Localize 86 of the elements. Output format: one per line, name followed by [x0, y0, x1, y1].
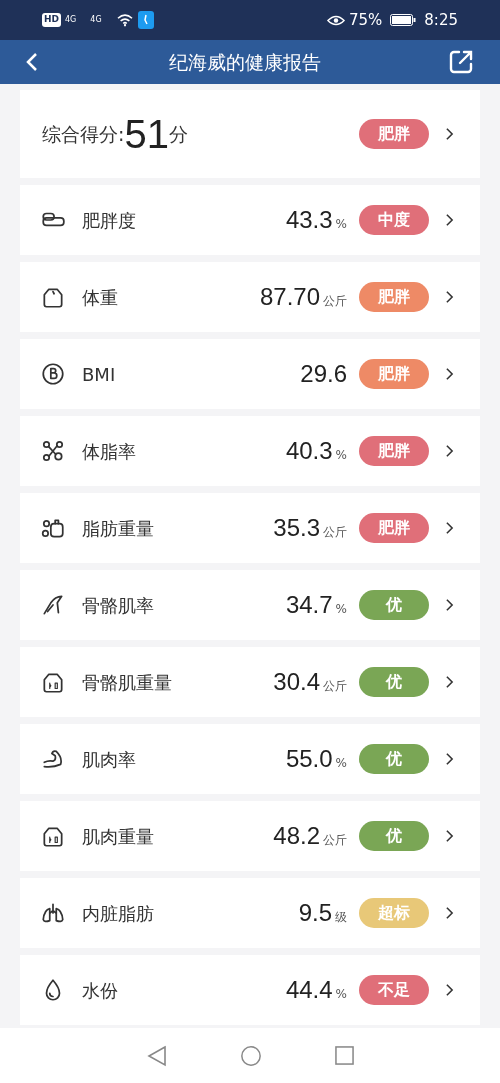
status-badge: 肥胖	[359, 436, 429, 466]
back-nav-icon[interactable]	[146, 1044, 167, 1067]
metric-name: 体脂率	[82, 439, 136, 464]
metric-value: 40.3	[285, 436, 333, 466]
status-badge: 超标	[359, 898, 429, 928]
metric-name: 内脏脂肪	[82, 901, 154, 926]
home-nav-icon[interactable]	[239, 1044, 262, 1067]
chevron-right-icon	[445, 213, 454, 227]
app-icon	[137, 11, 154, 29]
status-badge: 肥胖	[359, 119, 429, 149]
status-badge: 肥胖	[359, 282, 429, 312]
chevron-right-icon	[445, 367, 454, 381]
metric-unit: %	[335, 447, 347, 464]
chevron-right-icon	[445, 752, 454, 766]
metric-unit: 公斤	[323, 293, 347, 310]
page-title: 纪海威的健康报告	[168, 49, 322, 75]
metric-row[interactable]: 骨骼肌率 34.7% 优	[20, 570, 480, 640]
metric-value: 34.7	[285, 590, 333, 620]
status-badge: 优	[359, 590, 429, 620]
score-unit: 分	[168, 122, 188, 145]
metric-value: 35.3	[273, 513, 320, 543]
status-badge: 优	[359, 744, 429, 774]
chevron-right-icon	[445, 521, 454, 535]
metric-unit: 级	[335, 909, 347, 926]
molecule-icon	[40, 438, 66, 464]
status-badge: 不足	[359, 975, 429, 1005]
chevron-right-icon	[445, 444, 454, 458]
metric-row[interactable]: 水份 44.4% 不足	[20, 955, 480, 1025]
metric-value: 43.3	[285, 205, 333, 235]
metric-unit: 公斤	[323, 678, 347, 695]
metric-name: 肌肉率	[82, 747, 136, 772]
metric-row[interactable]: 骨骼肌重量 30.4 公斤 优	[20, 647, 480, 717]
metric-name: BMI	[82, 362, 116, 387]
metric-name: 肌肉重量	[82, 824, 154, 849]
metric-name: 脂肪重量	[82, 516, 154, 541]
chevron-right-icon	[445, 829, 454, 843]
score-label: 综合得分:	[42, 121, 125, 147]
metric-value: 9.5	[298, 898, 332, 928]
chevron-right-icon	[445, 983, 454, 997]
metric-unit: %	[335, 755, 347, 772]
metric-value: 44.4	[285, 975, 333, 1005]
share-button[interactable]	[448, 49, 474, 75]
status-badge: 肥胖	[359, 513, 429, 543]
chevron-right-icon	[445, 675, 454, 689]
metric-value: 48.2	[273, 821, 320, 851]
metric-name: 肥胖度	[82, 208, 136, 233]
status-label: 4G	[65, 14, 77, 26]
status-label: HD	[42, 13, 61, 27]
chevron-right-icon	[445, 127, 454, 141]
metric-name: 骨骼肌率	[82, 593, 154, 618]
metric-unit: %	[335, 216, 347, 233]
metric-row[interactable]: 肌肉率 55.0% 优	[20, 724, 480, 794]
eye-icon	[326, 13, 345, 27]
metric-name: 骨骼肌重量	[82, 670, 172, 695]
metric-row[interactable]: BMI 29.6 肥胖	[20, 339, 480, 409]
metric-value: 55.0	[285, 744, 333, 774]
status-label: 4G	[90, 14, 102, 26]
chevron-right-icon	[445, 906, 454, 920]
metric-unit: 公斤	[323, 832, 347, 849]
metric-row[interactable]: 内脏脂肪 9.5 级 超标	[20, 878, 480, 948]
status-badge: 优	[359, 667, 429, 697]
battery-percent: 75%	[348, 9, 383, 31]
wifi-icon	[115, 13, 134, 27]
chevron-right-icon	[445, 598, 454, 612]
metric-name: 水份	[82, 978, 118, 1003]
status-badge: 肥胖	[359, 359, 429, 389]
score-value: 51	[124, 114, 169, 154]
clock: 8:25	[424, 9, 458, 31]
metric-value: 30.4	[273, 667, 320, 697]
metric-row[interactable]: 体脂率 40.3% 肥胖	[20, 416, 480, 486]
metric-name: 体重	[82, 285, 118, 310]
metric-value: 87.70	[259, 282, 320, 312]
circle-b-icon	[40, 361, 66, 387]
metric-row[interactable]: 脂肪重量 35.3 公斤 肥胖	[20, 493, 480, 563]
metric-row[interactable]: 肌肉重量 48.2 公斤 优	[20, 801, 480, 871]
metric-row[interactable]: 肥胖度 43.3% 中度	[20, 185, 480, 255]
metric-unit: %	[335, 601, 347, 618]
status-badge: 优	[359, 821, 429, 851]
status-badge: 中度	[359, 205, 429, 235]
metric-unit: %	[335, 986, 347, 1003]
battery-icon	[390, 14, 417, 26]
metric-unit: 公斤	[323, 524, 347, 541]
chevron-right-icon	[445, 290, 454, 304]
metric-value: 29.6	[300, 359, 347, 389]
metric-row[interactable]: 体重 87.70 公斤 肥胖	[20, 262, 480, 332]
recents-nav-icon[interactable]	[334, 1046, 354, 1065]
